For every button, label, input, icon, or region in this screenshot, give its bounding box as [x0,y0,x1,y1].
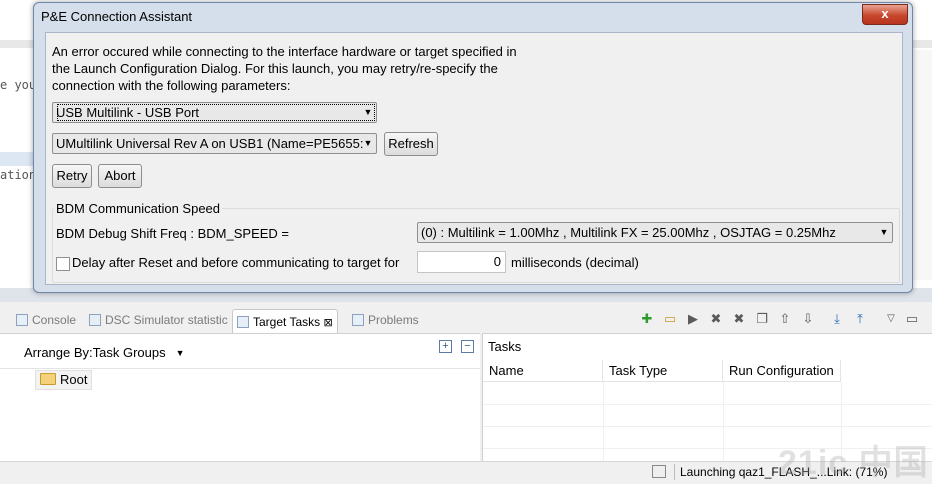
chevron-down-icon: ▼ [879,227,889,237]
delay-input[interactable]: 0 [417,251,506,273]
dialog-title: P&E Connection Assistant [41,9,193,24]
tasks-title: Tasks [488,339,522,354]
interface-select-value: USB Multilink - USB Port [56,103,376,122]
move-down-icon[interactable]: ⇩ [800,311,816,327]
editor-text-fragment: ation [0,168,37,182]
chevron-down-icon: ▼ [363,138,373,148]
tab-dsc-simulator[interactable]: DSC Simulator statistic [89,311,228,331]
open-folder-icon[interactable]: ▭ [662,311,678,327]
run-icon[interactable]: ▶ [685,311,701,327]
connection-assistant-dialog: P&E Connection Assistant x An error occu… [33,2,913,293]
dialog-body: An error occured while connecting to the… [45,32,903,285]
collapse-all-icon[interactable]: − [461,340,474,353]
column-run-configuration[interactable]: Run Configuration [723,360,841,382]
target-tasks-icon [237,316,249,328]
import-icon[interactable]: ⤓ [829,311,845,327]
tab-problems[interactable]: Problems [352,311,419,331]
watermark-logo: 21ic 中国电子网 [778,444,932,482]
tree-root-node[interactable]: Root [35,370,93,390]
pane-divider [0,368,480,369]
expand-all-icon[interactable]: + [439,340,452,353]
export-icon[interactable]: ⤒ [852,311,868,327]
refresh-button[interactable]: Refresh [384,132,438,156]
close-button[interactable]: x [862,4,908,25]
grid-line [483,426,932,427]
delay-label: Delay after Reset and before communicati… [72,255,400,270]
delay-checkbox[interactable] [56,257,70,271]
chevron-down-icon: ▼ [175,348,185,358]
grid-line [483,404,932,405]
grid-line [603,382,604,461]
folder-icon [40,373,56,385]
grid-line [723,382,724,461]
arrange-by-dropdown[interactable]: Arrange By:Task Groups ▼ [24,345,185,360]
delete-all-icon[interactable]: ✖ [731,311,747,327]
move-up-icon[interactable]: ⇧ [777,311,793,327]
copy-icon[interactable]: ❐ [754,311,770,327]
delete-icon[interactable]: ✖ [708,311,724,327]
close-icon: x [881,6,889,21]
chevron-down-icon: ▼ [363,107,373,117]
tab-close-icon[interactable]: ⊠ [324,317,333,329]
shift-freq-select[interactable]: (0) : Multilink = 1.00Mhz , Multilink FX… [417,222,893,243]
statistics-icon [89,314,101,326]
task-groups-pane: Arrange By:Task Groups ▼ + − Root [0,333,480,461]
error-message: An error occured while connecting to the… [52,44,517,93]
interface-select[interactable]: USB Multilink - USB Port ▼ [52,102,377,123]
minimize-icon[interactable]: ▭ [904,311,920,327]
column-task-type[interactable]: Task Type [603,360,723,382]
add-icon[interactable]: ✚ [639,311,655,327]
problems-icon [352,314,364,326]
progress-icon[interactable] [652,465,666,478]
shift-freq-value: (0) : Multilink = 1.00Mhz , Multilink FX… [421,225,836,240]
abort-button[interactable]: Abort [98,164,142,188]
bdm-group-label: BDM Communication Speed [54,201,223,216]
console-icon [16,314,28,326]
tab-target-tasks[interactable]: Target Tasks ⊠ [232,309,338,334]
port-select[interactable]: UMultilink Universal Rev A on USB1 (Name… [52,133,377,154]
editor-text-fragment: e you [0,78,37,92]
retry-button[interactable]: Retry [52,164,92,188]
editor-side-column [912,50,932,280]
view-menu-icon[interactable]: ▽ [883,311,899,327]
column-name[interactable]: Name [483,360,603,382]
status-divider [674,464,675,480]
port-select-value: UMultilink Universal Rev A on USB1 (Name… [56,136,364,151]
delay-unit: milliseconds (decimal) [511,255,639,270]
tab-console[interactable]: Console [16,311,76,331]
shift-freq-label: BDM Debug Shift Freq : BDM_SPEED = [56,226,290,241]
